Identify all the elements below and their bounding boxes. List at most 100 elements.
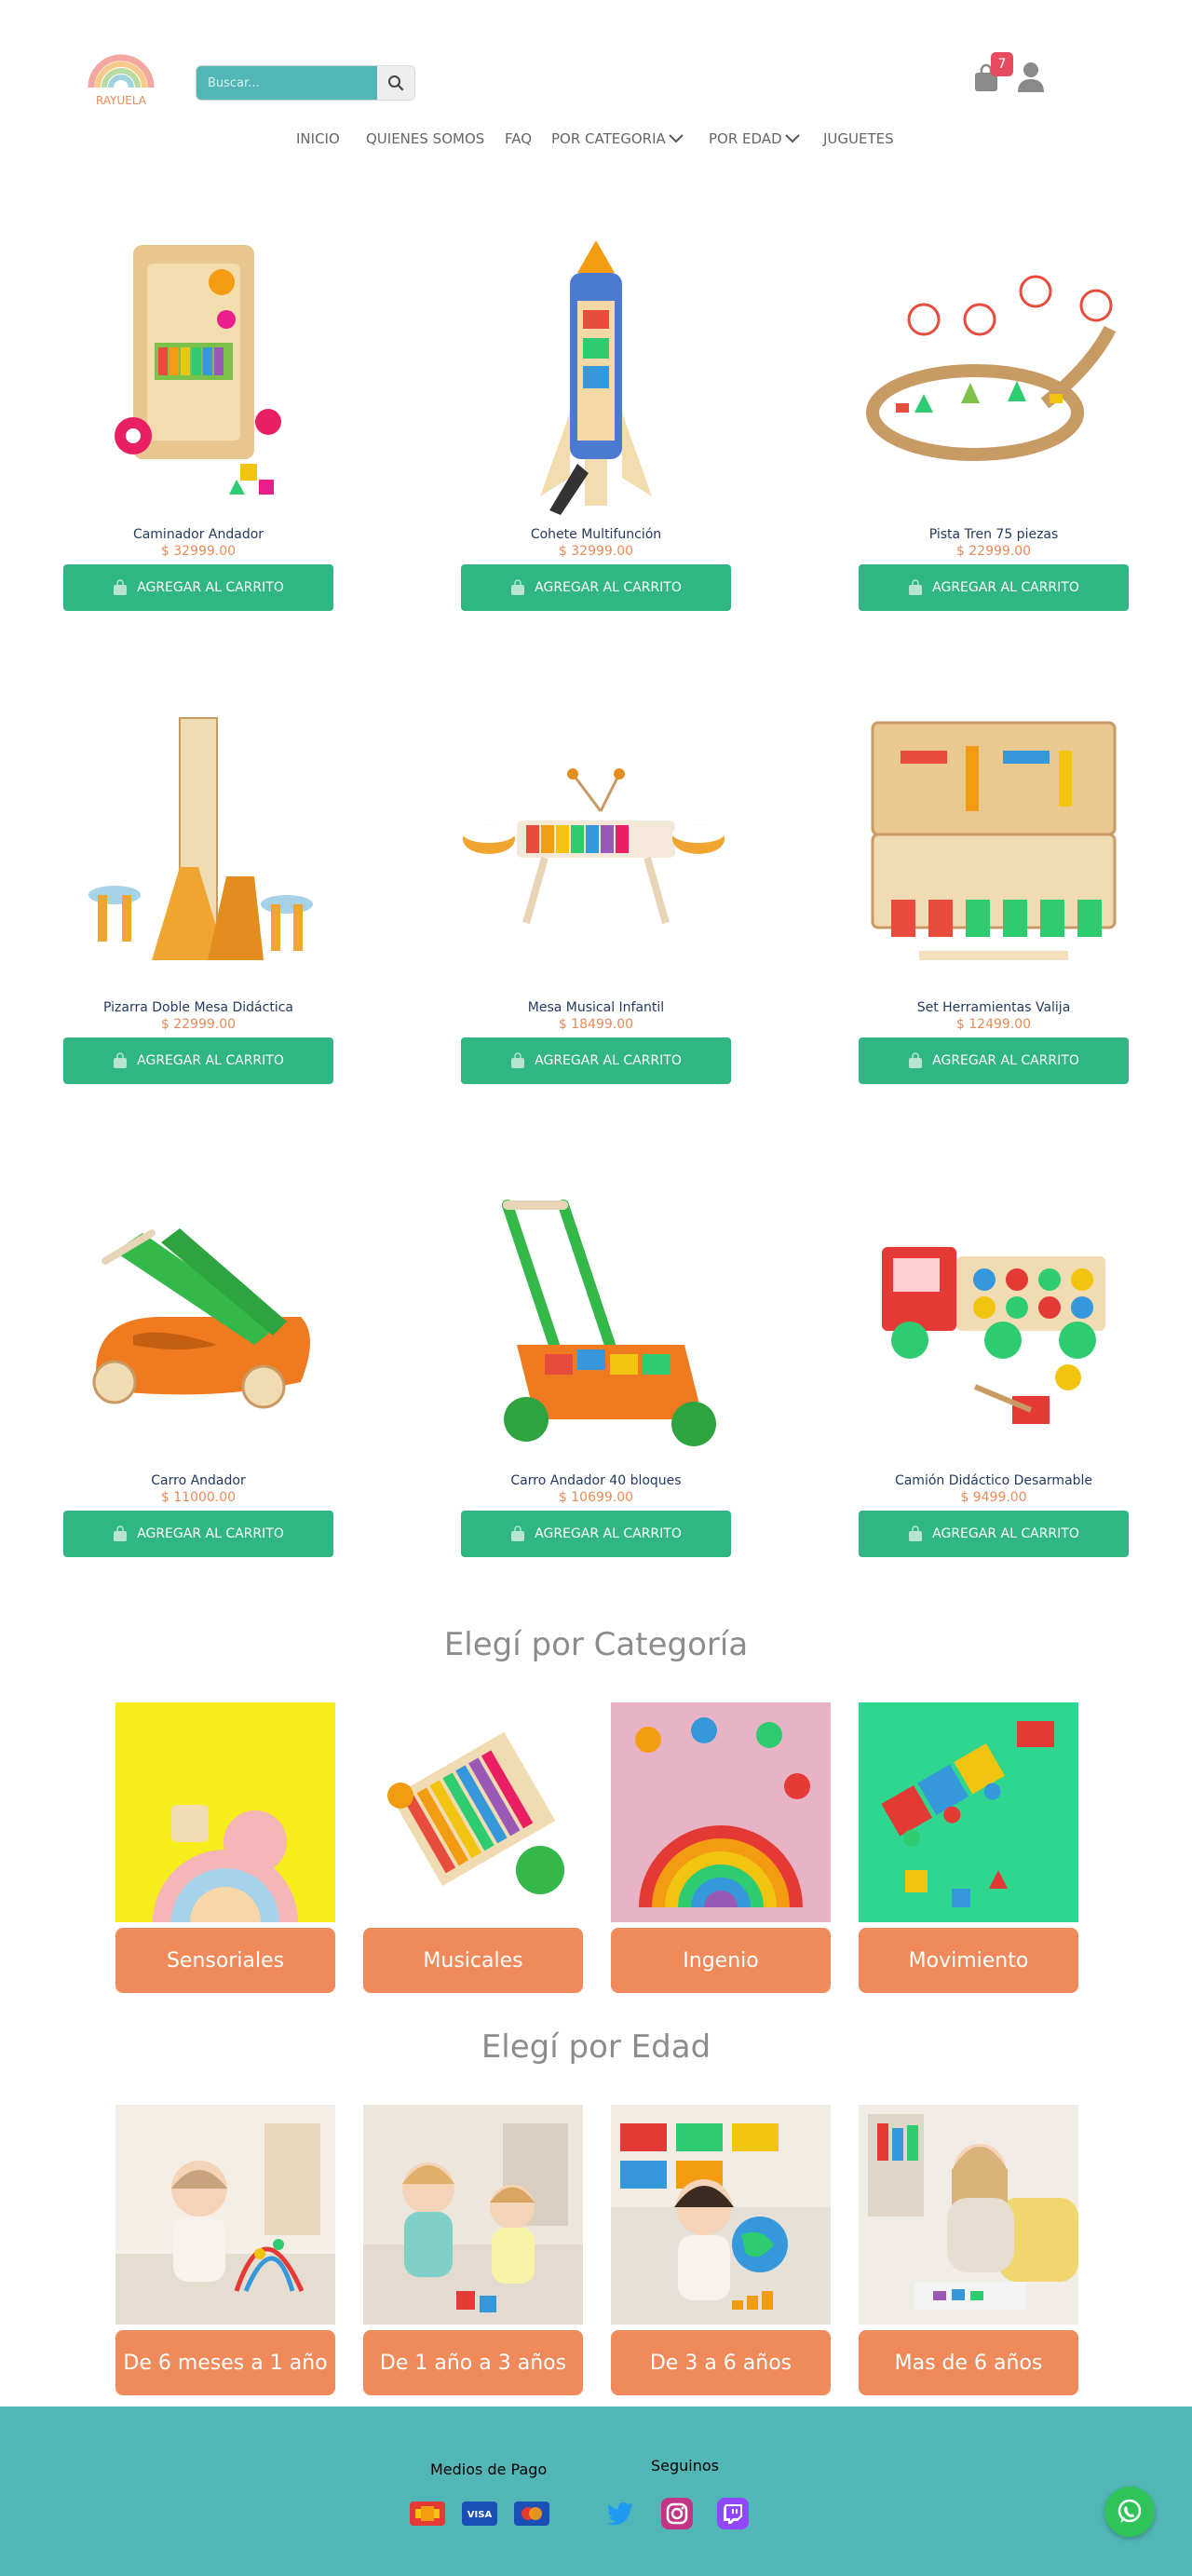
product-price: $ 18499.00 — [558, 1017, 634, 1032]
product-name[interactable]: Mesa Musical Infantil — [461, 1000, 731, 1015]
product-card: Pizarra Doble Mesa Didáctica $ 22999.00 … — [63, 704, 333, 1114]
add-to-cart-button[interactable]: AGREGAR AL CARRITO — [63, 1511, 333, 1557]
girl-puzzle-image[interactable] — [859, 2105, 1078, 2325]
product-card: Set Herramientas Valija $ 12499.00 AGREG… — [859, 704, 1129, 1114]
product-name[interactable]: Set Herramientas Valija — [859, 1000, 1129, 1015]
search-input[interactable] — [196, 66, 377, 100]
mercadopago-icon — [410, 2501, 445, 2526]
toddlers-playing-image[interactable] — [363, 2105, 583, 2325]
twitch-icon[interactable] — [717, 2498, 749, 2529]
product-price: $ 32999.00 — [558, 544, 634, 559]
musicales-image[interactable] — [363, 1702, 583, 1922]
baby-playing-image[interactable] — [115, 2105, 335, 2325]
chevron-down-icon — [784, 134, 800, 143]
push-car-image[interactable] — [63, 1177, 333, 1466]
age-card-3y-6y[interactable]: De 3 a 6 años — [611, 2105, 831, 2395]
add-to-cart-button[interactable]: AGREGAR AL CARRITO — [859, 564, 1129, 611]
walker-toy-image[interactable] — [63, 231, 333, 520]
block-cart-image[interactable] — [461, 1177, 731, 1466]
child-globe-image[interactable] — [611, 2105, 831, 2325]
twitter-icon[interactable] — [605, 2498, 637, 2529]
add-to-cart-button[interactable]: AGREGAR AL CARRITO — [461, 1511, 731, 1557]
product-price: $ 22999.00 — [160, 1017, 237, 1032]
product-name[interactable]: Carro Andador 40 bloques — [461, 1473, 731, 1488]
shopping-bag-icon — [511, 1052, 525, 1068]
product-price: $ 11000.00 — [160, 1490, 237, 1505]
age-card-6m-1y[interactable]: De 6 meses a 1 año — [115, 2105, 335, 2395]
search-button[interactable] — [377, 66, 414, 100]
rayuela-logo[interactable]: RAYUELA — [82, 45, 160, 110]
age-label[interactable]: De 1 año a 3 años — [363, 2330, 583, 2395]
shopping-bag-icon — [909, 1525, 923, 1541]
product-card: Cohete Multifunción $ 32999.00 AGREGAR A… — [461, 231, 731, 641]
nav-por-edad[interactable]: POR EDAD — [709, 130, 801, 147]
product-name[interactable]: Camión Didáctico Desarmable — [859, 1473, 1129, 1488]
train-track-image[interactable] — [859, 231, 1129, 520]
easel-table-image[interactable] — [63, 704, 333, 993]
shopping-bag-icon — [114, 1052, 128, 1068]
payments-title: Medios de Pago — [430, 2461, 548, 2478]
account-button[interactable] — [1017, 61, 1045, 93]
categories-title: Elegí por Categoría — [443, 1626, 749, 1663]
shopping-bag-icon — [114, 579, 128, 595]
age-label[interactable]: De 6 meses a 1 año — [115, 2330, 335, 2395]
product-name[interactable]: Carro Andador — [63, 1473, 333, 1488]
product-name[interactable]: Cohete Multifunción — [461, 527, 731, 542]
nav-juguetes[interactable]: JUGUETES — [823, 130, 894, 147]
product-card: Mesa Musical Infantil $ 18499.00 AGREGAR… — [461, 704, 731, 1114]
musical-table-image[interactable] — [461, 704, 731, 993]
mastercard-icon — [514, 2501, 549, 2526]
add-to-cart-button[interactable]: AGREGAR AL CARRITO — [63, 1037, 333, 1084]
category-card-sensoriales[interactable]: Sensoriales — [115, 1702, 335, 1993]
category-card-ingenio[interactable]: Ingenio — [611, 1702, 831, 1993]
product-price: $ 32999.00 — [160, 544, 237, 559]
nav-faq[interactable]: FAQ — [505, 130, 532, 147]
nav-quienes-somos[interactable]: QUIENES SOMOS — [366, 130, 484, 147]
product-name[interactable]: Pizarra Doble Mesa Didáctica — [63, 1000, 333, 1015]
cart-count-badge: 7 — [991, 52, 1013, 76]
svg-text:VISA: VISA — [467, 2510, 493, 2520]
tool-case-image[interactable] — [859, 704, 1129, 993]
add-to-cart-button[interactable]: AGREGAR AL CARRITO — [859, 1037, 1129, 1084]
add-to-cart-button[interactable]: AGREGAR AL CARRITO — [859, 1511, 1129, 1557]
movimiento-image[interactable] — [859, 1702, 1078, 1922]
product-name[interactable]: Pista Tren 75 piezas — [859, 527, 1129, 542]
social-title: Seguinos — [651, 2457, 720, 2474]
age-card-1y-3y[interactable]: De 1 año a 3 años — [363, 2105, 583, 2395]
age-card-6y-plus[interactable]: Mas de 6 años — [859, 2105, 1078, 2395]
add-to-cart-button[interactable]: AGREGAR AL CARRITO — [461, 564, 731, 611]
user-icon — [1018, 62, 1044, 92]
shopping-bag-icon — [114, 1525, 128, 1541]
footer — [0, 2407, 1192, 2576]
ingenio-image[interactable] — [611, 1702, 831, 1922]
search-icon — [388, 75, 404, 91]
truck-toy-image[interactable] — [859, 1177, 1129, 1466]
product-card: Caminador Andador $ 32999.00 AGREGAR AL … — [63, 231, 333, 641]
category-label[interactable]: Ingenio — [611, 1928, 831, 1993]
logo-text: RAYUELA — [96, 94, 147, 107]
whatsapp-chat-button[interactable] — [1104, 2487, 1155, 2537]
chevron-down-icon — [669, 134, 684, 143]
product-card: Carro Andador $ 11000.00 AGREGAR AL CARR… — [63, 1177, 333, 1587]
age-label[interactable]: De 3 a 6 años — [611, 2330, 831, 2395]
category-label[interactable]: Movimiento — [859, 1928, 1078, 1993]
category-label[interactable]: Sensoriales — [115, 1928, 335, 1993]
sensoriales-image[interactable] — [115, 1702, 335, 1922]
category-card-movimiento[interactable]: Movimiento — [859, 1702, 1078, 1993]
product-name[interactable]: Caminador Andador — [63, 527, 333, 542]
category-label[interactable]: Musicales — [363, 1928, 583, 1993]
shopping-bag-icon — [909, 579, 923, 595]
add-to-cart-button[interactable]: AGREGAR AL CARRITO — [63, 564, 333, 611]
nav-por-categoria[interactable]: POR CATEGORIA — [551, 130, 684, 147]
product-price: $ 12499.00 — [955, 1017, 1032, 1032]
nav-inicio[interactable]: INICIO — [296, 130, 340, 147]
rocket-toy-image[interactable] — [461, 231, 731, 520]
product-price: $ 22999.00 — [955, 544, 1032, 559]
add-to-cart-button[interactable]: AGREGAR AL CARRITO — [461, 1037, 731, 1084]
search-bar[interactable] — [196, 65, 415, 101]
main-nav: INICIO QUIENES SOMOS FAQ POR CATEGORIA P… — [0, 130, 1192, 153]
age-label[interactable]: Mas de 6 años — [859, 2330, 1078, 2395]
whatsapp-icon — [1118, 2499, 1142, 2523]
category-card-musicales[interactable]: Musicales — [363, 1702, 583, 1993]
instagram-icon[interactable] — [661, 2498, 693, 2529]
